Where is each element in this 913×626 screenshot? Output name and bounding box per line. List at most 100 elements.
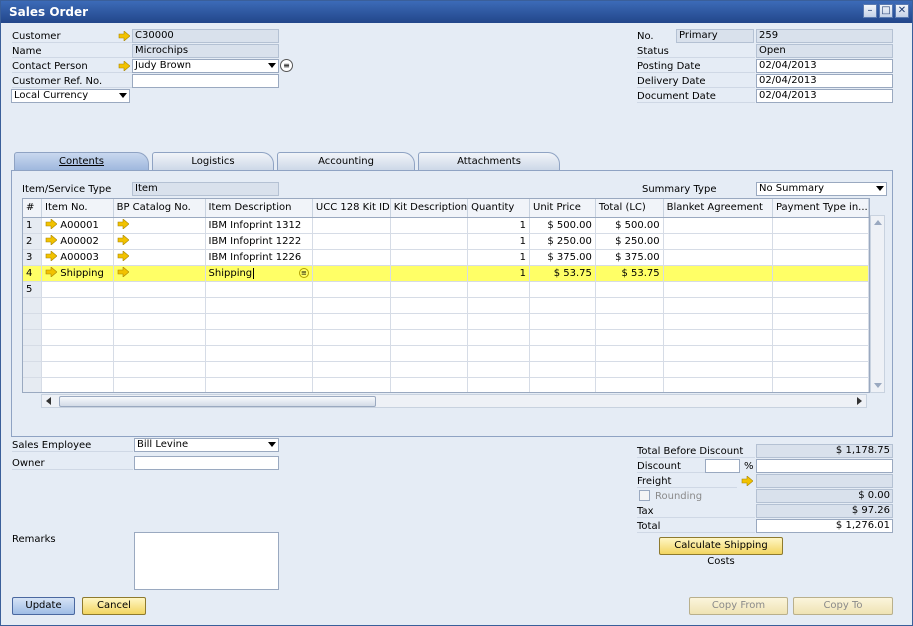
link-arrow-icon[interactable]: [117, 249, 130, 262]
scroll-up-icon[interactable]: [874, 220, 882, 225]
chevron-down-icon[interactable]: [119, 93, 127, 98]
bp-catalog-cell[interactable]: [113, 217, 206, 234]
column-header[interactable]: BP Catalog No.: [113, 199, 206, 218]
chevron-down-icon[interactable]: [876, 186, 884, 191]
link-arrow-icon[interactable]: [118, 61, 130, 71]
table-row-selected[interactable]: 4 Shipping Shipping ≡ 1 $ 53.75 $ 53.75: [23, 265, 869, 282]
table-row[interactable]: 3 A00003 IBM Infoprint 1226 1 $ 375.00 $…: [23, 249, 869, 266]
link-arrow-icon[interactable]: [741, 476, 753, 486]
status-field[interactable]: Open: [756, 44, 893, 58]
table-row-empty[interactable]: [23, 329, 869, 346]
tab-attachments[interactable]: Attachments: [418, 152, 560, 170]
tab-contents[interactable]: Contents: [14, 152, 149, 170]
item-description-cell[interactable]: [205, 281, 313, 298]
link-arrow-icon[interactable]: [117, 265, 130, 278]
unit-price-cell[interactable]: $ 375.00: [529, 249, 596, 266]
total-lc-cell[interactable]: [595, 281, 664, 298]
bp-catalog-cell[interactable]: [113, 265, 206, 282]
table-row-empty[interactable]: [23, 345, 869, 362]
customer-ref-field[interactable]: [132, 74, 279, 88]
posting-date-field[interactable]: 02/04/2013: [756, 59, 893, 73]
summary-type-select[interactable]: No Summary: [756, 182, 887, 196]
quantity-cell[interactable]: [467, 281, 530, 298]
tab-accounting[interactable]: Accounting: [277, 152, 415, 170]
item-service-type-select[interactable]: Item: [132, 182, 279, 196]
column-header[interactable]: Unit Price: [529, 199, 596, 218]
calculate-shipping-costs-button[interactable]: Calculate Shipping Costs: [659, 537, 783, 567]
table-row[interactable]: 2 A00002 IBM Infoprint 1222 1 $ 250.00 $…: [23, 233, 869, 250]
horizontal-scrollbar[interactable]: [41, 394, 867, 408]
tax-field[interactable]: $ 97.26: [756, 504, 893, 518]
contact-person-select[interactable]: Judy Brown: [132, 59, 279, 73]
ucc-kit-cell[interactable]: [312, 265, 391, 282]
item-description-cell[interactable]: IBM Infoprint 1226: [205, 249, 313, 266]
quantity-cell[interactable]: 1: [467, 217, 530, 234]
link-arrow-icon[interactable]: [45, 234, 58, 246]
minimize-icon[interactable]: –: [863, 4, 877, 18]
payment-type-cell[interactable]: [772, 265, 869, 282]
total-lc-cell[interactable]: $ 53.75: [595, 265, 664, 282]
cancel-button[interactable]: Cancel: [82, 597, 146, 615]
row-number[interactable]: 1: [23, 217, 43, 234]
column-header[interactable]: Quantity: [467, 199, 530, 218]
item-no-cell[interactable]: [41, 281, 114, 298]
maximize-icon[interactable]: □: [879, 4, 893, 18]
payment-type-cell[interactable]: [772, 249, 869, 266]
payment-type-cell[interactable]: [772, 233, 869, 250]
table-row[interactable]: 5: [23, 281, 869, 298]
column-header[interactable]: Payment Type in...: [772, 199, 869, 218]
kit-description-cell[interactable]: [390, 281, 469, 298]
update-button[interactable]: Update: [12, 597, 75, 615]
kit-description-cell[interactable]: [390, 217, 469, 234]
kit-description-cell[interactable]: [390, 249, 469, 266]
total-lc-cell[interactable]: $ 375.00: [595, 249, 664, 266]
list-icon[interactable]: ≡: [280, 59, 293, 72]
chevron-down-icon[interactable]: [268, 442, 276, 447]
column-header[interactable]: Total (LC): [595, 199, 664, 218]
tab-logistics[interactable]: Logistics: [152, 152, 274, 170]
bp-catalog-cell[interactable]: [113, 281, 206, 298]
blanket-agreement-cell[interactable]: [663, 217, 773, 234]
remarks-textarea[interactable]: [134, 532, 279, 590]
blanket-agreement-cell[interactable]: [663, 265, 773, 282]
payment-type-cell[interactable]: [772, 281, 869, 298]
kit-description-cell[interactable]: [390, 265, 469, 282]
ucc-kit-cell[interactable]: [312, 281, 391, 298]
quantity-cell[interactable]: 1: [467, 265, 530, 282]
kit-description-cell[interactable]: [390, 233, 469, 250]
ucc-kit-cell[interactable]: [312, 233, 391, 250]
sales-employee-select[interactable]: Bill Levine: [134, 438, 279, 452]
table-row-empty[interactable]: [23, 361, 869, 378]
close-icon[interactable]: ✕: [895, 4, 909, 18]
row-number[interactable]: 5: [23, 281, 43, 298]
name-field[interactable]: Microchips: [132, 44, 279, 58]
quantity-cell[interactable]: 1: [467, 249, 530, 266]
item-no-cell[interactable]: Shipping: [41, 265, 114, 282]
document-number-field[interactable]: 259: [756, 29, 893, 43]
column-header[interactable]: #: [23, 199, 43, 218]
item-no-cell[interactable]: A00002: [41, 233, 114, 250]
ucc-kit-cell[interactable]: [312, 217, 391, 234]
rounding-checkbox[interactable]: [639, 490, 650, 501]
scroll-thumb[interactable]: [59, 396, 376, 407]
link-arrow-icon[interactable]: [118, 31, 130, 41]
list-icon[interactable]: ≡: [298, 267, 309, 278]
total-lc-cell[interactable]: $ 500.00: [595, 217, 664, 234]
scroll-down-icon[interactable]: [874, 383, 882, 388]
link-arrow-icon[interactable]: [117, 217, 130, 230]
item-no-cell[interactable]: A00001: [41, 217, 114, 234]
series-select[interactable]: Primary: [676, 29, 754, 43]
scroll-left-icon[interactable]: [46, 397, 51, 405]
ucc-kit-cell[interactable]: [312, 249, 391, 266]
table-row-empty[interactable]: [23, 297, 869, 314]
rounding-field[interactable]: $ 0.00: [756, 489, 893, 503]
unit-price-cell[interactable]: $ 250.00: [529, 233, 596, 250]
currency-select[interactable]: Local Currency: [11, 89, 130, 103]
quantity-cell[interactable]: 1: [467, 233, 530, 250]
table-row-empty[interactable]: [23, 377, 869, 392]
table-row[interactable]: 1 A00001 IBM Infoprint 1312 1 $ 500.00 $…: [23, 217, 869, 234]
column-header[interactable]: Item Description: [205, 199, 313, 218]
unit-price-cell[interactable]: $ 500.00: [529, 217, 596, 234]
column-header[interactable]: Kit Description: [390, 199, 469, 218]
owner-field[interactable]: [134, 456, 279, 470]
